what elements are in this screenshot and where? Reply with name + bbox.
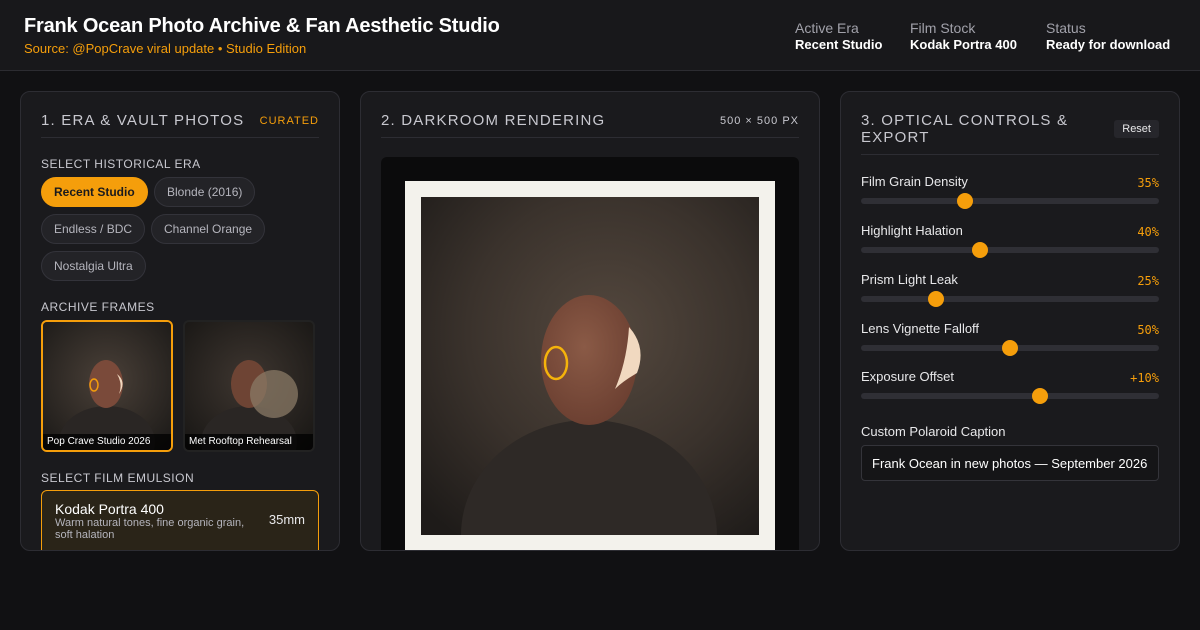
film-emulsion-option[interactable]: Kodak Portra 400 Warm natural tones, fin… [41,490,319,550]
slider-value: 35% [1137,176,1159,190]
meta-value: Recent Studio [795,37,883,52]
era-chip-nostalgia-ultra[interactable]: Nostalgia Ultra [41,251,146,281]
emulsion-format: 35mm [268,512,305,527]
meta-active-era: Active Era Recent Studio [795,20,882,52]
slider-value: 25% [1137,274,1159,288]
slider-value: +10% [1130,371,1159,385]
panel-header: 2. Darkroom Rendering 500 × 500 PX [381,112,799,138]
slider-track[interactable] [861,193,1159,209]
slider-prism-light-leak: Prism Light Leak 25% [861,272,1159,308]
slider-track[interactable] [861,340,1159,356]
frames-section-label: Archive Frames [41,300,155,314]
meta-value: Kodak Portra 400 [910,37,1017,52]
app-header: Frank Ocean Photo Archive & Fan Aestheti… [0,0,1200,71]
era-chip-endless-bdc[interactable]: Endless / BDC [41,214,146,244]
slider-thumb[interactable] [957,193,974,209]
slider-track[interactable] [861,291,1159,307]
slider-thumb[interactable] [1002,340,1018,356]
panel-header: 3. Optical Controls & Export Reset [861,112,1159,155]
era-chip-channel-orange[interactable]: Channel Orange [151,214,266,244]
meta-value: Ready for download [1046,37,1171,52]
portrait-image [421,197,759,535]
panel-header: 1. Era & Vault Photos Curated [41,112,319,138]
slider-label: Film Grain Density [861,174,968,189]
era-chip-recent-studio[interactable]: Recent Studio [41,177,148,207]
emulsion-name: Kodak Portra 400 [55,501,164,517]
slider-label: Highlight Halation [861,223,963,238]
brand: Frank Ocean Photo Archive & Fan Aestheti… [24,15,500,56]
emulsion-section-label: Select Film Emulsion [41,471,195,485]
slider-value: 50% [1137,323,1159,337]
meta-label: Status [1046,20,1086,36]
era-section-label: Select Historical Era [41,157,201,171]
curated-badge: Curated [259,115,319,127]
darkroom-stage [381,157,799,550]
slider-exposure-offset: Exposure Offset +10% [861,369,1159,405]
app-title: Frank Ocean Photo Archive & Fan Aestheti… [24,15,500,37]
slider-film-grain: Film Grain Density 35% [861,174,1159,210]
slider-highlight-halation: Highlight Halation 40% [861,223,1159,259]
meta-film-stock: Film Stock Kodak Portra 400 [910,20,1017,52]
slider-value: 40% [1137,225,1159,239]
slider-thumb[interactable] [972,242,989,258]
meta-label: Active Era [795,20,859,36]
caption-label: Custom Polaroid Caption [861,424,1006,439]
app-subtitle: Source: @PopCrave viral update • Studio … [24,41,307,56]
frame-caption: Met Rooftop Rehearsal [185,434,313,450]
dimensions-label: 500 × 500 PX [720,115,799,127]
frame-thumbnail [43,322,171,450]
slider-track[interactable] [861,242,1159,258]
rendered-photo [421,197,759,535]
caption-input[interactable] [861,445,1159,481]
slider-label: Prism Light Leak [861,272,958,287]
era-chip-blonde[interactable]: Blonde (2016) [154,177,256,207]
meta-label: Film Stock [910,20,976,36]
slider-track[interactable] [861,388,1159,404]
slider-thumb[interactable] [927,291,944,307]
emulsion-description: Warm natural tones, fine organic grain, … [55,517,245,541]
panel-title: 3. Optical Controls & Export [861,112,1069,146]
slider-label: Exposure Offset [861,369,954,384]
frame-caption: Pop Crave Studio 2026 [43,434,171,450]
slider-lens-vignette: Lens Vignette Falloff 50% [861,321,1159,357]
archive-frame-rooftop[interactable]: Met Rooftop Rehearsal [183,320,315,452]
meta-status: Status Ready for download [1046,20,1170,52]
reset-button[interactable]: Reset [1114,120,1159,138]
polaroid-frame [405,181,775,550]
frame-thumbnail [185,322,313,450]
era-vault-panel: 1. Era & Vault Photos Curated Select His… [20,91,340,551]
slider-thumb[interactable] [1031,388,1048,404]
optical-controls-panel: 3. Optical Controls & Export Reset Film … [840,91,1180,551]
darkroom-panel: 2. Darkroom Rendering 500 × 500 PX [360,91,820,551]
archive-frame-studio[interactable]: Pop Crave Studio 2026 [41,320,173,452]
slider-label: Lens Vignette Falloff [861,321,980,336]
